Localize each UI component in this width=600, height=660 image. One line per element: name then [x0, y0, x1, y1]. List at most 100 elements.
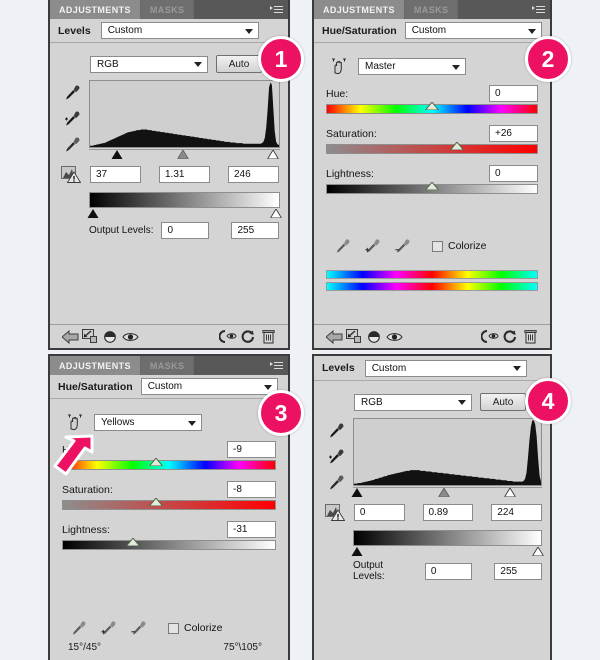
output-white-field[interactable]: 255	[231, 222, 280, 239]
on-image-adjust-hand-icon[interactable]	[330, 58, 349, 75]
input-white-handle[interactable]	[504, 488, 516, 497]
output-black-field[interactable]: 0	[424, 562, 473, 580]
reset-previous-icon[interactable]	[218, 330, 238, 343]
panel3-saturation-group: Saturation: -8	[62, 481, 276, 510]
eyedropper-white-icon[interactable]	[327, 474, 344, 491]
output-black-handle[interactable]	[87, 209, 99, 218]
lightness-slider-handle[interactable]	[424, 177, 440, 191]
output-white-field[interactable]: 255	[494, 562, 542, 580]
histogram-warning-icon[interactable]	[322, 503, 348, 521]
panel2-range-combo[interactable]: Master	[358, 58, 466, 75]
hue-slider-handle[interactable]	[424, 97, 440, 111]
panel2-dropper-row: Colorize	[326, 238, 538, 254]
delete-icon[interactable]	[520, 329, 540, 344]
panel1-channel-combo[interactable]: RGB	[90, 55, 208, 73]
panel1-header: Levels Custom	[50, 19, 288, 43]
eyedropper-gray-icon[interactable]	[63, 110, 80, 127]
eyedropper-subtract-icon[interactable]	[394, 238, 410, 254]
input-gamma-field[interactable]: 1.31	[159, 165, 210, 183]
panel2-preset-combo[interactable]: Custom	[404, 22, 542, 39]
spectrum-bar-result	[326, 282, 538, 291]
view-previous-state-icon[interactable]	[100, 330, 120, 344]
panel4-output-sliders	[351, 546, 544, 557]
hue-field[interactable]: 0	[489, 85, 538, 102]
tab-adjustments[interactable]: ADJUSTMENTS	[50, 0, 141, 19]
input-black-handle[interactable]	[351, 488, 363, 497]
eyedropper-white-icon[interactable]	[63, 136, 80, 153]
panel1-auto-button[interactable]: Auto	[216, 55, 262, 73]
eyedropper-add-icon[interactable]	[100, 620, 116, 636]
eyedropper-black-icon[interactable]	[63, 84, 80, 101]
lightness-field[interactable]: 0	[489, 165, 538, 182]
input-gray-handle[interactable]	[177, 150, 189, 159]
panel4-auto-button[interactable]: Auto	[480, 393, 526, 411]
delete-icon[interactable]	[258, 329, 278, 344]
clip-to-layer-icon[interactable]	[80, 329, 100, 344]
hue-slider-handle[interactable]	[148, 453, 164, 467]
saturation-slider-track[interactable]	[62, 500, 276, 510]
back-arrow-icon[interactable]	[324, 329, 344, 344]
panel-menu-icon[interactable]	[266, 356, 288, 375]
input-white-handle[interactable]	[267, 150, 279, 159]
panel4-output-row: Output Levels: 0 255	[353, 560, 542, 582]
output-white-handle[interactable]	[532, 547, 544, 556]
reset-icon[interactable]	[500, 329, 520, 344]
colorize-checkbox-group[interactable]: Colorize	[432, 240, 487, 252]
input-black-field[interactable]: 37	[90, 165, 141, 183]
colorize-checkbox[interactable]	[432, 240, 443, 252]
reset-icon[interactable]	[238, 329, 258, 344]
panel-menu-icon[interactable]	[528, 0, 550, 19]
view-previous-state-icon[interactable]	[364, 330, 384, 344]
eyedropper-add-icon[interactable]	[364, 238, 380, 254]
tab-adjustments[interactable]: ADJUSTMENTS	[50, 356, 141, 375]
panel3-range-combo[interactable]: Yellows	[94, 414, 202, 431]
toggle-visibility-eye-icon[interactable]	[384, 331, 404, 343]
histogram-warning-icon[interactable]	[58, 165, 84, 183]
tab-masks[interactable]: MASKS	[140, 356, 195, 375]
clip-to-layer-icon[interactable]	[344, 329, 364, 344]
toggle-visibility-eye-icon[interactable]	[120, 331, 140, 343]
eyedropper-gray-icon[interactable]	[327, 448, 344, 465]
input-gray-handle[interactable]	[438, 488, 450, 497]
saturation-slider-handle[interactable]	[148, 493, 164, 507]
on-image-adjust-hand-icon[interactable]	[66, 414, 85, 431]
reset-previous-icon[interactable]	[480, 330, 500, 343]
eyedropper-black-icon[interactable]	[327, 422, 344, 439]
input-black-handle[interactable]	[111, 150, 123, 159]
panel4-channel-combo[interactable]: RGB	[354, 393, 472, 411]
output-white-handle[interactable]	[270, 209, 282, 218]
panel3-range-row: Yellows	[66, 414, 276, 431]
panel3-preset-combo[interactable]: Custom	[140, 378, 278, 395]
back-arrow-icon[interactable]	[60, 329, 80, 344]
lightness-slider-track[interactable]	[62, 540, 276, 550]
output-black-field[interactable]: 0	[161, 222, 210, 239]
tab-adjustments[interactable]: ADJUSTMENTS	[314, 0, 405, 19]
hue-field[interactable]: -9	[227, 441, 276, 458]
colorize-checkbox[interactable]	[168, 622, 179, 634]
saturation-slider-track[interactable]	[326, 144, 538, 154]
saturation-field[interactable]: -8	[227, 481, 276, 498]
output-black-handle[interactable]	[351, 547, 363, 556]
tab-masks[interactable]: MASKS	[404, 0, 459, 19]
saturation-field[interactable]: +26	[489, 125, 538, 142]
step-badge-3: 3	[258, 390, 304, 436]
hue-slider-track[interactable]	[62, 460, 276, 470]
panel4-preset-combo[interactable]: Custom	[364, 359, 527, 377]
eyedropper-subtract-icon[interactable]	[130, 620, 146, 636]
input-white-field[interactable]: 246	[228, 165, 279, 183]
panel4-histogram	[353, 418, 542, 486]
eyedropper-icon[interactable]	[334, 238, 350, 254]
panel1-output-row: Output Levels: 0 255	[89, 222, 280, 239]
input-white-field[interactable]: 224	[491, 503, 542, 521]
lightness-field[interactable]: -31	[227, 521, 276, 538]
eyedropper-icon[interactable]	[70, 620, 86, 636]
input-black-field[interactable]: 0	[353, 503, 405, 521]
colorize-checkbox-group[interactable]: Colorize	[168, 622, 223, 634]
panel-menu-icon[interactable]	[266, 0, 288, 19]
lightness-slider-handle[interactable]	[125, 533, 141, 547]
input-gamma-field[interactable]: 0.89	[422, 503, 474, 521]
chevron-down-icon	[244, 28, 253, 34]
saturation-slider-handle[interactable]	[449, 137, 465, 151]
tab-masks[interactable]: MASKS	[140, 0, 195, 19]
panel1-preset-combo[interactable]: Custom	[100, 22, 259, 39]
